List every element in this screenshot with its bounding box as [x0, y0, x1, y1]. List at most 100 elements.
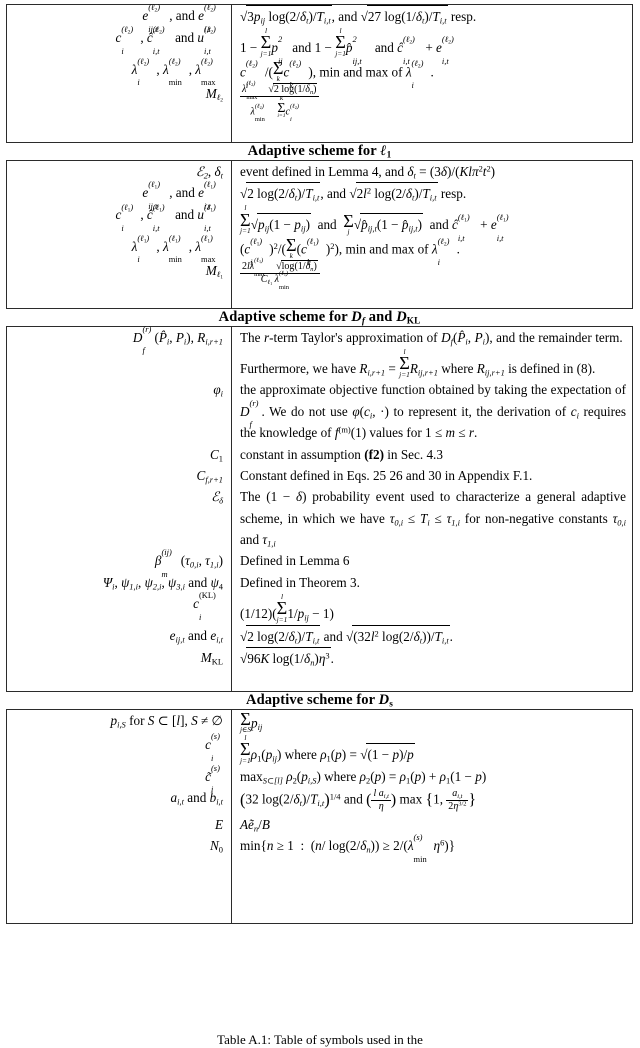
symbol-cell: ai,t and bi,t	[7, 787, 232, 814]
section-header-df-text: Adaptive scheme for	[218, 308, 348, 325]
definition-cell: the approximate objective function obtai…	[240, 382, 627, 441]
definition-cell: √2 log(2/δt)/Ti,t, and √2l2 log(2/δt)/Ti…	[232, 182, 633, 204]
definition-cell: l Σj=1 √pij(1 − pij) and Σj √p̂ij,t(1 − p̂i…	[240, 203, 509, 243]
definition-cell: Constant defined in Eqs. 25 26 and 30 in…	[232, 465, 633, 486]
section-header-df-symbol: D	[351, 308, 362, 325]
definition-cell: maxS⊂[l] ρ2(pi,S) where ρ2(p) = ρ1(p) + …	[240, 768, 487, 786]
table-row: Mℓ2 λ (ℓ2) max √2 log(1/δn) λ (ℓ2) min K Σi=1 c…	[7, 80, 632, 123]
symbol-cell: e (ℓ1) ij,t, and e (ℓ1) i,t	[7, 179, 232, 211]
table-row: e (ℓ1) ij,t, and e (ℓ1) i,t √2 log(2/δt)/Ti,…	[7, 179, 633, 211]
symbol-cell: c̃ (s) i	[7, 763, 232, 794]
definition-cell: event defined in Lemma 4, and δt = (3δ)/…	[240, 163, 496, 181]
symbol-cell: λ (ℓ1) i, λ (ℓ1) min, λ (ℓ1) max	[7, 233, 232, 264]
table-row: φi the approximate objective function ob…	[7, 379, 632, 444]
table-row: E Aẽn/B	[7, 813, 632, 836]
symbol-cell: D (r) f (P̂i, Pi), Ri,r+1	[7, 324, 232, 380]
symbols-table: e (ℓ2) ij,t, and e (ℓ2) i,t √3pij log(2/δt)/…	[6, 2, 633, 924]
definition-cell: (1/12)(l Σj=1 1/pij − 1)	[240, 592, 334, 625]
table-row: c (ℓ1) i, ĉ (ℓ1) i,t and u (ℓ1) i,t l Σj=1 √pij(…	[7, 202, 632, 243]
table-row: N0 min{n ≥ 1 : (n/ log(2/δn)) ≥ 2/(λ (s) m…	[7, 832, 632, 864]
table-row: pi,S for S ⊂ [l], S ≠ ∅ Σj∈S pij	[7, 709, 632, 735]
table-row: c (KL) i (1/12)(l Σj=1 1/pij − 1)	[7, 590, 632, 625]
definition-cell: Defined in Theorem 3.	[232, 572, 633, 593]
table-row: λ (ℓ2) i, λ (ℓ2) min, λ (ℓ2) max c (ℓ2) i/(Σk c (ℓ…	[7, 56, 632, 90]
symbol-cell: φi	[7, 379, 232, 444]
table-block-df: D (r) f (P̂i, Pi), Ri,r+1 The r-term Taylor…	[6, 324, 633, 693]
table-block-l2: e (ℓ2) ij,t, and e (ℓ2) i,t √3pij log(2/δt)/…	[6, 2, 633, 143]
section-header-ds: Adaptive scheme for Ds	[246, 692, 393, 710]
table-block-ds: pi,S for S ⊂ [l], S ≠ ∅ Σj∈S pij c (s) i lΣ…	[6, 709, 633, 924]
symbol-cell: c (ℓ1) i, ĉ (ℓ1) i,t and u (ℓ1) i,t	[7, 202, 232, 236]
definition-cell: √2 log(2/δt)/Ti,t and √(32l2 log(2/δt))/…	[232, 624, 633, 647]
psi-definition: Defined in Theorem 3.	[240, 574, 360, 590]
table-row: c̃ (s) i maxS⊂[l] ρ2(pi,S) where ρ2(p) = ρ…	[7, 763, 632, 794]
symbol-cell: C1	[7, 443, 232, 465]
block-bottom-spacer	[7, 856, 632, 923]
section-header-l1-text: Adaptive scheme for	[247, 142, 377, 159]
definition-cell: The r-term Taylor's approximation of Df(…	[240, 329, 627, 379]
symbol-cell: λ (ℓ2) i, λ (ℓ2) min, λ (ℓ2) max	[7, 56, 232, 87]
table-row: e (ℓ2) ij,t, and e (ℓ2) i,t √3pij log(2/δt)/…	[7, 2, 633, 34]
assumption-f2: (f2)	[364, 446, 384, 462]
definition-cell: √96K log(1/δn)η3.	[232, 646, 633, 669]
table-row: ℰδ The (1 − δ) probability event used to…	[7, 486, 632, 551]
symbol-cell: c (s) i	[7, 731, 232, 766]
table-row: β (ij) m (τ0,i, τ1,i) Defined in Lemma 6	[7, 547, 633, 579]
table-caption: Table A.1: Table of symbols used in the	[217, 1032, 423, 1047]
table-row: Ψi, ψ1,i, ψ2,i, ψ3,i and ψ4 Defined in T…	[7, 571, 633, 594]
table-row: ai,t and bi,t (32 log(2/δt)/Ti,t)1/4 and…	[7, 787, 632, 814]
definition-cell: 2lλ (ℓ1) max √log(1/δn) Cℓ1 λ (ℓ1) min	[232, 257, 633, 291]
definition-cell: Defined in Lemma 6	[232, 550, 633, 571]
symbol-cell: Cf,r+1	[7, 464, 232, 487]
section-header-l1-symbol: ℓ1	[380, 142, 392, 161]
definition-cell: 1 − l Σj=1 p 2 ij and 1 − l Σj=1 p̂ 2 ij,t and ĉ…	[240, 26, 454, 66]
symbol-cell: β (ij) m (τ0,i, τ1,i)	[7, 547, 232, 579]
definition-cell: √3pij log(2/δt)/Ti,t, and √27 log(1/δt)/…	[232, 5, 633, 27]
table-row: c (ℓ2) i, ĉ (ℓ2) i,t and u (ℓ2) i,t 1 − l Σj=1 p…	[7, 24, 632, 66]
definition-cell: min{n ≥ 1 : (n/ log(2/δn)) ≥ 2/(λ (s) min η…	[240, 832, 456, 864]
block-bottom-spacer	[7, 119, 632, 142]
section-header-df: Adaptive scheme for Df and DKL	[218, 308, 421, 327]
symbol-cell: ℰδ	[7, 486, 232, 551]
definition-cell: constant in assumption (f2) in Sec. 4.3	[240, 446, 443, 462]
definition-cell: l Σj=1 ρ1(pij) where ρ1(p) = √(1 − p)/p	[240, 733, 415, 766]
symbol-cell: c (ℓ2) i, ĉ (ℓ2) i,t and u (ℓ2) i,t	[7, 24, 232, 59]
section-header-ds-symbol: D	[378, 692, 390, 709]
block-bottom-spacer	[7, 669, 632, 692]
definition-cell: Σj∈S pij	[240, 709, 263, 735]
symbol-cell: Mℓ2	[7, 82, 232, 120]
cfr-definition: Constant defined in Eqs. 25 26 and 30 in…	[240, 467, 533, 483]
beta-definition: Defined in Lemma 6	[240, 553, 350, 569]
table-row: eij,t and ei,t √2 log(2/δt)/Ti,t and √(3…	[7, 624, 633, 647]
block-bottom-spacer	[7, 285, 632, 308]
section-header-ds-text: Adaptive scheme for	[246, 692, 375, 709]
symbol-cell: eij,t and ei,t	[7, 624, 232, 647]
definition-cell: c (ℓ2) i/(Σk c (ℓ2) k), min and max of λ (ℓ2) i…	[240, 57, 434, 90]
section-header-df-and: and	[368, 308, 393, 325]
definition-cell: (32 log(2/δt)/Ti,t)1/4 and (l ai,t η) max…	[240, 788, 477, 812]
section-header-l1: Adaptive scheme for ℓ1	[6, 143, 633, 160]
table-row: Mℓ1 2lλ (ℓ1) max √log(1/δn) Cℓ1 λ (ℓ1) min	[7, 257, 633, 291]
table-block-l1: ℰ2, δt event defined in Lemma 4, and δt …	[6, 159, 633, 309]
symbol-cell: E	[7, 813, 232, 836]
definition-cell: The (1 − δ) probability event used to ch…	[240, 489, 626, 549]
table-row: λ (ℓ1) i, λ (ℓ1) min, λ (ℓ1) max (c (ℓ1) i)2/(Σk…	[7, 233, 632, 268]
symbol-cell: pi,S for S ⊂ [l], S ≠ ∅	[7, 710, 232, 735]
symbol-cell: Ψi, ψ1,i, ψ2,i, ψ3,i and ψ4	[7, 571, 232, 594]
symbol-cell: MKL	[7, 646, 232, 670]
symbol-cell: e (ℓ2) ij,t, and e (ℓ2) i,t	[7, 2, 232, 34]
symbol-cell: c (KL) i	[7, 590, 232, 625]
table-row: Cf,r+1 Constant defined in Eqs. 25 26 an…	[7, 464, 633, 487]
definition-cell: (c (ℓ1) i)2/(Σk (c (ℓ1) k)2), min and max of …	[240, 234, 460, 268]
section-header-dkl-symbol: D	[396, 308, 407, 325]
symbol-cell: N0	[7, 835, 232, 857]
table-row: c (s) i l Σj=1 ρ1(pij) where ρ1(p) = √(1 − p…	[7, 731, 632, 766]
paper-page: e (ℓ2) ij,t, and e (ℓ2) i,t √3pij log(2/δt)/…	[0, 0, 640, 1048]
definition-cell: Aẽn/B	[240, 816, 270, 834]
symbol-cell: ℰ2, δt	[7, 160, 232, 183]
table-row: MKL √96K log(1/δn)η3.	[7, 646, 633, 670]
table-row: C1 constant in assumption (f2) in Sec. 4…	[7, 443, 632, 465]
table-row: D (r) f (P̂i, Pi), Ri,r+1 The r-term Taylor…	[7, 324, 632, 380]
table-row: ℰ2, δt event defined in Lemma 4, and δt …	[7, 160, 632, 183]
symbol-cell: Mℓ1	[7, 260, 232, 286]
